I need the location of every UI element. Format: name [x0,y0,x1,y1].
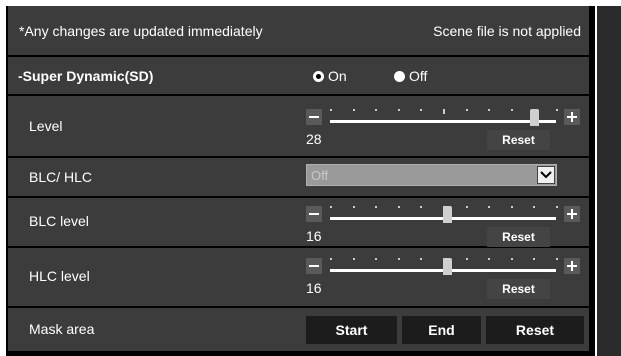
slider-tick [510,258,513,260]
slider-tick [533,258,536,260]
slider-tick [488,109,491,111]
super-dynamic-section: -Super Dynamic(SD) [8,57,589,94]
blc-level-slider[interactable]: 16 Reset [306,204,582,254]
slider-tick [397,258,400,260]
slider-tick [352,258,355,260]
slider-tick [510,206,513,208]
slider-tick [465,109,468,111]
hlc-level-slider[interactable]: 16 Reset [306,256,582,306]
chevron-down-icon[interactable] [537,166,555,184]
slider-tick [352,109,355,111]
slider-tick [352,206,355,208]
sd-off-label: Off [409,68,428,84]
slider-tick [556,109,558,111]
slider-tick [465,206,468,208]
super-dynamic-title: -Super Dynamic(SD) [18,68,154,84]
level-value: 28 [306,131,322,147]
level-label: Level [29,118,63,134]
level-slider[interactable]: 28 Reset [306,107,582,157]
mask-end-button[interactable]: End [402,316,481,344]
level-reset-button[interactable]: Reset [487,130,550,150]
slider-tick [556,258,558,260]
blc-reset-button[interactable]: Reset [487,227,550,247]
slider-tick [375,258,378,260]
slider-tick [510,109,513,111]
slider-tick [556,206,558,208]
hlc-decrease-button[interactable] [306,258,322,274]
blc-hlc-label: BLC/ HLC [29,169,93,185]
slider-tick [533,206,536,208]
slider-tick [375,206,378,208]
radio-unchecked-icon [394,70,405,82]
mask-area-label: Mask area [29,321,95,337]
slider-tick [330,206,332,208]
update-note: *Any changes are updated immediately [19,23,263,39]
hlc-level-value: 16 [306,280,322,296]
status-header: *Any changes are updated immediately Sce… [8,6,589,55]
slider-tick [397,109,400,111]
slider-tick [420,258,423,260]
hlc-increase-button[interactable] [564,258,580,274]
slider-tick [488,206,491,208]
blc-decrease-button[interactable] [306,206,322,222]
radio-checked-icon [313,70,324,82]
slider-tick [330,109,332,111]
blc-hlc-select[interactable]: Off [306,164,557,186]
scene-file-status: Scene file is not applied [433,23,581,39]
blc-level-value: 16 [306,228,322,244]
mask-reset-button[interactable]: Reset [486,316,584,344]
slider-tick [465,258,468,260]
sd-on-radio[interactable]: On [313,68,347,84]
slider-tick [330,258,332,260]
slider-tick [420,206,423,208]
level-thumb[interactable] [530,109,540,126]
slider-tick [488,258,491,260]
level-decrease-button[interactable] [306,109,322,125]
slider-tick [397,206,400,208]
hlc-level-label: HLC level [29,268,90,284]
blc-increase-button[interactable] [564,206,580,222]
blc-hlc-selected: Off [311,168,329,183]
slider-tick [443,109,445,114]
slider-tick [375,109,378,111]
sd-off-radio[interactable]: Off [394,68,427,84]
slider-tick [420,109,423,111]
blc-level-label: BLC level [29,213,89,229]
level-increase-button[interactable] [564,109,580,125]
level-ticks [330,109,558,114]
vertical-scrollbar[interactable] [597,6,621,356]
sd-on-label: On [328,68,347,84]
mask-start-button[interactable]: Start [306,316,397,344]
blc-thumb[interactable] [442,206,452,223]
hlc-reset-button[interactable]: Reset [487,279,550,299]
level-track[interactable] [330,120,556,123]
hlc-thumb[interactable] [442,258,452,275]
